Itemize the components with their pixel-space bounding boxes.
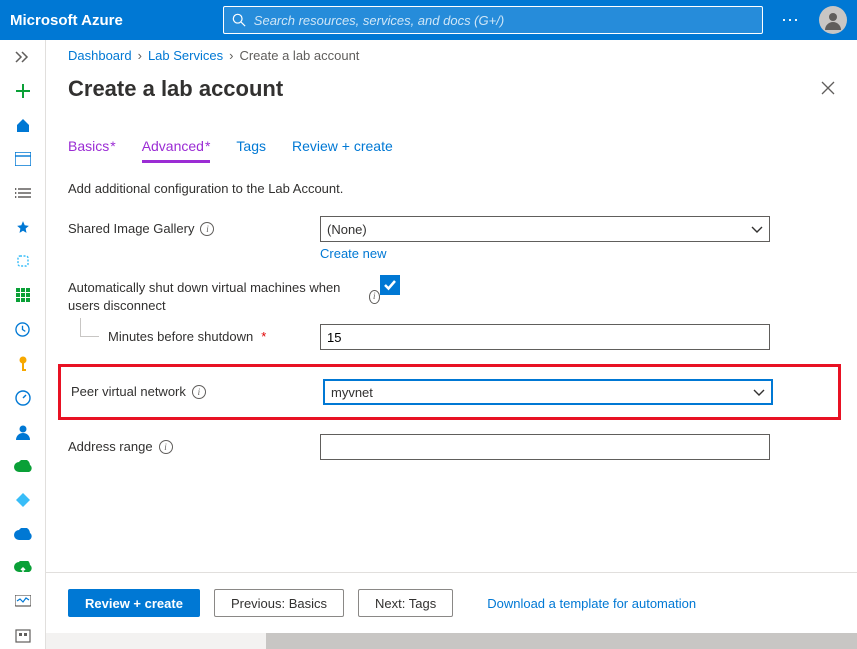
chevron-right-icon: ›: [229, 48, 233, 63]
chevron-down-icon: [751, 222, 763, 237]
user-avatar[interactable]: [819, 6, 847, 34]
peer-vnet-label: Peer virtual network: [71, 383, 186, 401]
shared-image-gallery-value: (None): [327, 222, 367, 237]
shared-image-gallery-select[interactable]: (None): [320, 216, 770, 242]
row-auto-shutdown: Automatically shut down virtual machines…: [68, 275, 835, 314]
peer-vnet-select[interactable]: myvnet: [323, 379, 773, 405]
info-icon[interactable]: i: [159, 440, 173, 454]
previous-button[interactable]: Previous: Basics: [214, 589, 344, 617]
search-icon: [232, 13, 246, 27]
form-body: Add additional configuration to the Lab …: [46, 163, 857, 572]
breadcrumb: Dashboard › Lab Services › Create a lab …: [46, 40, 857, 70]
breadcrumb-current: Create a lab account: [239, 48, 359, 63]
favorites-icon[interactable]: [5, 214, 41, 240]
wizard-tabs: Basics* Advanced* Tags Review + create: [46, 120, 857, 163]
page-header: Create a lab account: [46, 70, 857, 120]
page-title: Create a lab account: [68, 76, 283, 102]
row-shared-image-gallery: Shared Image Gallery i (None) Create new: [68, 216, 835, 261]
cloud-blue-icon[interactable]: [5, 521, 41, 547]
cloud-green-icon[interactable]: [5, 453, 41, 479]
next-button[interactable]: Next: Tags: [358, 589, 453, 617]
key-icon[interactable]: [5, 351, 41, 377]
row-minutes-before-shutdown: Minutes before shutdown *: [68, 324, 835, 350]
minutes-before-shutdown-label: Minutes before shutdown: [108, 328, 253, 346]
peer-vnet-highlight: Peer virtual network i myvnet: [58, 364, 841, 420]
azure-topbar: Microsoft Azure ⋯: [0, 0, 857, 40]
main-content: Dashboard › Lab Services › Create a lab …: [46, 40, 857, 649]
breadcrumb-lab-services[interactable]: Lab Services: [148, 48, 223, 63]
horizontal-scrollbar[interactable]: [46, 633, 857, 649]
global-search[interactable]: [223, 6, 763, 34]
minutes-before-shutdown-input[interactable]: [320, 324, 770, 350]
intro-text: Add additional configuration to the Lab …: [68, 181, 835, 196]
dashboard-icon[interactable]: [5, 146, 41, 172]
info-icon[interactable]: i: [369, 290, 380, 304]
close-blade-button[interactable]: [821, 79, 835, 100]
tab-tags[interactable]: Tags: [236, 138, 266, 163]
review-create-button[interactable]: Review + create: [68, 589, 200, 617]
row-address-range: Address range i: [68, 434, 835, 460]
user-icon[interactable]: [5, 419, 41, 445]
tab-review[interactable]: Review + create: [292, 138, 393, 163]
wizard-footer: Review + create Previous: Basics Next: T…: [46, 572, 857, 633]
tab-advanced[interactable]: Advanced*: [142, 138, 211, 163]
row-peer-virtual-network: Peer virtual network i myvnet: [61, 379, 832, 405]
grid-icon[interactable]: [5, 282, 41, 308]
resource-icon-1[interactable]: [5, 248, 41, 274]
global-search-input[interactable]: [254, 13, 754, 28]
download-template-link[interactable]: Download a template for automation: [487, 596, 696, 611]
auto-shutdown-label: Automatically shut down virtual machines…: [68, 279, 363, 314]
diamond-icon[interactable]: [5, 487, 41, 513]
info-icon[interactable]: i: [200, 222, 214, 236]
home-icon[interactable]: [5, 112, 41, 138]
more-menu-icon[interactable]: ⋯: [781, 10, 801, 31]
address-range-input[interactable]: [320, 434, 770, 460]
peer-vnet-value: myvnet: [331, 385, 373, 400]
gauge-icon[interactable]: [5, 385, 41, 411]
monitor-icon[interactable]: [5, 589, 41, 615]
expand-rail-button[interactable]: [5, 44, 41, 70]
tab-basics[interactable]: Basics*: [68, 138, 116, 163]
auto-shutdown-checkbox[interactable]: [380, 275, 400, 295]
settings-icon[interactable]: [5, 623, 41, 649]
clock-icon[interactable]: [5, 317, 41, 343]
all-services-icon[interactable]: [5, 180, 41, 206]
chevron-right-icon: ›: [138, 48, 142, 63]
brand-logo: Microsoft Azure: [10, 12, 123, 29]
address-range-label: Address range: [68, 438, 153, 456]
create-new-link[interactable]: Create new: [320, 246, 386, 261]
chevron-down-icon: [753, 385, 765, 400]
info-icon[interactable]: i: [192, 385, 206, 399]
breadcrumb-dashboard[interactable]: Dashboard: [68, 48, 132, 63]
create-resource-icon[interactable]: [5, 78, 41, 104]
cloud-up-icon[interactable]: [5, 555, 41, 581]
left-nav-rail: [0, 40, 46, 649]
shared-image-gallery-label: Shared Image Gallery: [68, 220, 194, 238]
